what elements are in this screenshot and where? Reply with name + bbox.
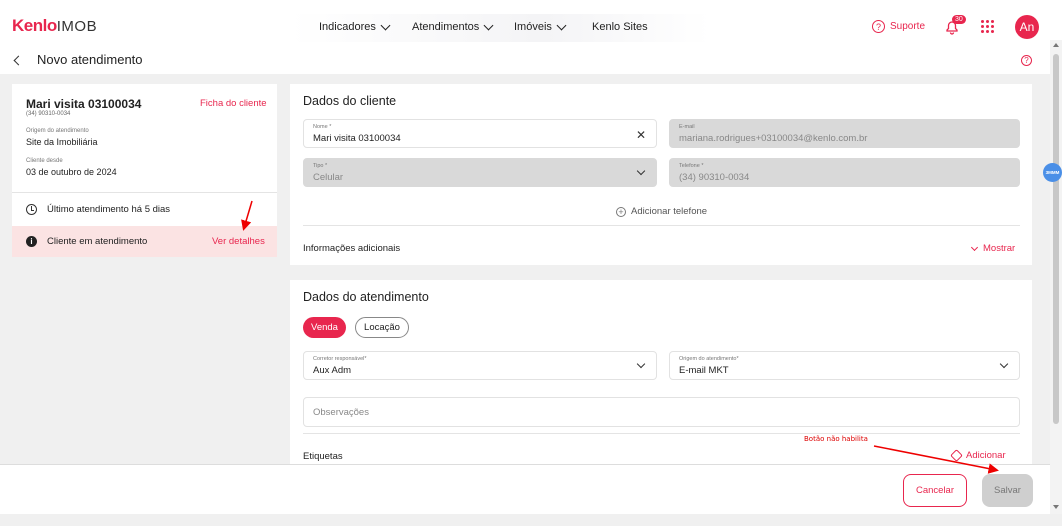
origin-label: Origem do atendimento — [26, 128, 89, 134]
service-data-title: Dados do atendimento — [303, 290, 429, 304]
additional-info-label: Informações adicionais — [303, 243, 401, 254]
top-navbar: KenloIMOB Indicadores Atendimentos Imóve… — [0, 0, 1062, 46]
client-summary-card: Mari visita 03100034 (34) 90310-0034 Fic… — [12, 84, 277, 257]
client-since-label: Cliente desde — [26, 158, 63, 164]
scroll-thumb[interactable] — [1053, 54, 1059, 424]
annotation-text: Botão não habilita — [804, 435, 868, 443]
help-icon[interactable]: ? — [1021, 55, 1032, 66]
chevron-down-icon — [636, 166, 646, 176]
nav-label: Atendimentos — [412, 21, 480, 33]
nav-label: Kenlo Sites — [592, 21, 648, 33]
tab-venda[interactable]: Venda — [303, 317, 346, 338]
client-since-value: 03 de outubro de 2024 — [26, 167, 117, 177]
phone-field-value: (34) 90310-0034 — [679, 172, 750, 183]
floating-widget-badge[interactable]: 3MMM — [1043, 163, 1062, 182]
page-title: Novo atendimento — [37, 52, 143, 67]
bottom-strip — [0, 514, 1062, 526]
clock-icon — [26, 204, 37, 215]
support-label: Suporte — [890, 21, 926, 32]
client-data-title: Dados do cliente — [303, 94, 397, 108]
cancel-button[interactable]: Cancelar — [903, 474, 967, 507]
kenlo-logo[interactable]: KenloIMOB — [12, 16, 97, 36]
broker-value: Aux Adm — [313, 365, 352, 376]
info-icon: i — [26, 236, 37, 247]
phone-field-label: Telefone * — [679, 163, 704, 169]
email-field-label: E-mail — [679, 124, 695, 130]
chevron-down-icon — [556, 20, 567, 30]
tags-label: Etiquetas — [303, 451, 343, 462]
name-field-label: Nome * — [313, 124, 332, 130]
save-button[interactable]: Salvar — [982, 474, 1033, 507]
chevron-down-icon — [970, 243, 979, 251]
page-header: Novo atendimento ? — [0, 46, 1062, 74]
scroll-up-arrow-icon[interactable] — [1053, 43, 1059, 47]
brand-name: Kenlo — [12, 16, 57, 35]
show-more-button[interactable]: Mostrar — [970, 243, 1016, 254]
add-phone-button[interactable]: + Adicionar telefone — [616, 206, 707, 217]
page-scrollbar[interactable] — [1050, 40, 1062, 514]
form-footer: Cancelar Salvar — [0, 464, 1050, 514]
last-service-text: Último atendimento há 5 dias — [47, 204, 171, 215]
notes-field[interactable]: Observações — [303, 397, 1020, 427]
service-origin-label: Origem do atendimento* — [679, 356, 739, 362]
add-phone-label: Adicionar telefone — [631, 206, 708, 217]
nav-atendimentos[interactable]: Atendimentos — [412, 20, 494, 33]
client-in-service-alert: i Cliente em atendimento Ver detalhes — [12, 226, 277, 257]
clear-icon[interactable]: ✕ — [636, 128, 646, 142]
divider — [12, 192, 277, 193]
brand-product: IMOB — [56, 18, 98, 35]
notes-placeholder: Observações — [313, 407, 369, 418]
chevron-down-icon — [636, 359, 646, 369]
broker-select[interactable]: Corretor responsável* Aux Adm — [303, 351, 657, 380]
divider — [303, 433, 1020, 434]
notification-badge: 30 — [952, 15, 966, 24]
plus-circle-icon: + — [616, 206, 626, 217]
nav-label: Indicadores — [319, 21, 376, 33]
name-field-value: Mari visita 03100034 — [313, 133, 401, 144]
client-data-card: Dados do cliente Nome * Mari visita 0310… — [290, 84, 1032, 265]
add-tag-label: Adicionar — [966, 450, 1006, 461]
phone-type-select: Tipo * Celular — [303, 158, 657, 187]
alert-text: Cliente em atendimento — [47, 236, 148, 247]
back-arrow-icon[interactable] — [13, 55, 24, 66]
last-service-info: Último atendimento há 5 dias — [26, 204, 170, 215]
phone-field: Telefone * (34) 90310-0034 — [669, 158, 1020, 187]
nav-indicadores[interactable]: Indicadores — [319, 20, 391, 33]
view-details-link[interactable]: Ver detalhes — [212, 236, 265, 247]
email-field: E-mail mariana.rodrigues+03100034@kenlo.… — [669, 119, 1020, 148]
client-phone: (34) 90310-0034 — [26, 111, 71, 117]
add-tag-button[interactable]: Adicionar — [950, 449, 1006, 462]
chevron-down-icon — [483, 20, 494, 30]
client-name: Mari visita 03100034 — [26, 97, 142, 111]
phone-type-value: Celular — [313, 172, 344, 183]
scroll-down-arrow-icon[interactable] — [1053, 505, 1059, 509]
apps-grid-icon[interactable] — [981, 20, 994, 33]
help-circle-icon: ? — [872, 20, 885, 33]
chevron-down-icon — [380, 20, 391, 30]
broker-label: Corretor responsável* — [313, 356, 367, 362]
client-profile-link[interactable]: Ficha do cliente — [200, 98, 267, 109]
nav-label: Imóveis — [514, 21, 552, 33]
chevron-down-icon — [999, 359, 1009, 369]
divider — [303, 225, 1020, 226]
support-link[interactable]: ? Suporte — [872, 20, 925, 33]
tag-icon — [950, 449, 963, 462]
email-field-value: mariana.rodrigues+03100034@kenlo.com.br — [679, 133, 868, 144]
service-data-card: Dados do atendimento Venda Locação Corre… — [290, 280, 1032, 464]
name-field[interactable]: Nome * Mari visita 03100034 ✕ — [303, 119, 657, 148]
nav-kenlo-sites[interactable]: Kenlo Sites — [592, 21, 648, 33]
show-label: Mostrar — [983, 243, 1016, 254]
nav-imoveis[interactable]: Imóveis — [514, 20, 567, 33]
origin-value: Site da Imobiliária — [26, 137, 98, 147]
phone-type-label: Tipo * — [313, 163, 328, 169]
service-origin-select[interactable]: Origem do atendimento* E-mail MKT — [669, 351, 1020, 380]
tab-locacao[interactable]: Locação — [355, 317, 409, 338]
service-origin-value: E-mail MKT — [679, 365, 729, 376]
avatar[interactable]: An — [1015, 15, 1039, 39]
